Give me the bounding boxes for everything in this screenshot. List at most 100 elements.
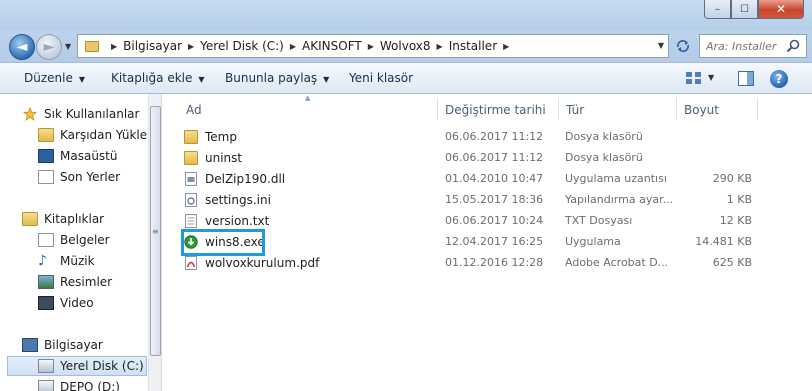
sidebar-item-label: Karşıdan Yükleme	[60, 128, 162, 142]
file-date: 01.12.2016 12:28	[445, 256, 544, 269]
file-row[interactable]: version.txt 06.06.2017 10:24 TXT Dosyası…	[162, 210, 812, 231]
refresh-icon[interactable]	[670, 34, 696, 58]
column-divider[interactable]	[676, 98, 677, 120]
sidebar-item-documents[interactable]: Belgeler	[38, 230, 110, 250]
back-button[interactable]: ◄	[9, 34, 35, 60]
add-to-library-label: Kitaplığa ekle	[111, 71, 193, 85]
file-row[interactable]: uninst 06.06.2017 11:12 Dosya klasörü	[162, 147, 812, 168]
video-icon	[38, 296, 54, 310]
sidebar-libraries-label: Kitaplıklar	[44, 212, 105, 226]
column-divider[interactable]	[558, 98, 559, 120]
file-row[interactable]: settings.ini 15.05.2017 18:36 Yapılandır…	[162, 189, 812, 210]
forward-button[interactable]: ►	[36, 34, 62, 60]
breadcrumb-item[interactable]: Installer	[449, 39, 497, 53]
ini-file-icon	[185, 192, 197, 207]
sidebar-item-label: Resimler	[60, 275, 113, 289]
sidebar-item-depo-d[interactable]: DEPO (D:)	[38, 377, 120, 391]
sidebar-item-pictures[interactable]: Resimler	[38, 272, 112, 292]
folder-icon	[85, 40, 99, 52]
command-bar: Düzenle ▼ Kitaplığa ekle ▼ Bununla paylaş ▼…	[0, 62, 812, 94]
sidebar-libraries-header[interactable]: Kitaplıklar	[22, 209, 104, 229]
view-options-dropdown-icon[interactable]: ▼	[708, 73, 714, 82]
search-box[interactable]	[699, 34, 807, 58]
sidebar-item-videos[interactable]: Video	[38, 293, 94, 313]
column-header-type[interactable]: Tür	[566, 98, 584, 122]
file-type: Adobe Acrobat D...	[565, 256, 669, 269]
address-bar[interactable]: ▶ Bilgisayar ▶ Yerel Disk (C:) ▶ AKINSOF…	[77, 34, 669, 58]
column-divider[interactable]	[437, 98, 438, 120]
file-type: Uygulama	[565, 235, 621, 248]
organize-button[interactable]: Düzenle ▼	[24, 71, 85, 85]
preview-pane-icon[interactable]	[738, 71, 754, 86]
help-icon[interactable]: ?	[770, 70, 788, 88]
drive-icon	[38, 359, 54, 373]
navigation-bar: ◄ ► ▼ ▶ Bilgisayar ▶ Yerel Disk (C:) ▶ A…	[0, 30, 812, 62]
breadcrumb-item[interactable]: Wolvox8	[380, 39, 431, 53]
sidebar-item-local-disk-c[interactable]: Yerel Disk (C:)	[7, 356, 147, 376]
music-icon: ♪	[38, 253, 47, 269]
sidebar-item-label: Yerel Disk (C:)	[60, 359, 144, 373]
sidebar-favorites-label: Sık Kullanılanlar	[44, 107, 140, 121]
column-header-name[interactable]: Ad	[186, 98, 202, 122]
new-folder-button[interactable]: Yeni klasör	[349, 71, 413, 85]
breadcrumb: ▶ Bilgisayar ▶ Yerel Disk (C:) ▶ AKINSOF…	[105, 39, 515, 53]
navigation-scrollbar[interactable]: ≡	[148, 94, 161, 391]
desktop-icon	[38, 149, 54, 163]
breadcrumb-item[interactable]: Yerel Disk (C:)	[200, 39, 284, 53]
sidebar-item-desktop[interactable]: Masaüstü	[38, 146, 117, 166]
file-type: Dosya klasörü	[565, 130, 643, 143]
change-view-icon[interactable]	[686, 72, 702, 85]
recent-pages-dropdown-icon[interactable]: ▼	[65, 42, 71, 51]
add-to-library-button[interactable]: Kitaplığa ekle ▼	[111, 71, 205, 85]
breadcrumb-item[interactable]: AKINSOFT	[302, 39, 362, 53]
sidebar-item-downloads[interactable]: Karşıdan Yükleme	[38, 125, 162, 145]
close-button[interactable]: ✕	[758, 0, 804, 19]
file-row[interactable]: Temp 06.06.2017 11:12 Dosya klasörü	[162, 126, 812, 147]
sidebar-item-recent-places[interactable]: Son Yerler	[38, 167, 120, 187]
sort-ascending-icon: ▲	[305, 94, 311, 102]
file-size	[676, 126, 752, 147]
file-date: 15.05.2017 18:36	[445, 193, 544, 206]
navigation-pane: Sık Kullanılanlar Karşıdan Yükleme Masaü…	[0, 94, 162, 391]
column-header-date[interactable]: Değiştirme tarihi	[445, 98, 546, 122]
file-row[interactable]: DelZip190.dll 01.04.2010 10:47 Uygulama …	[162, 168, 812, 189]
chevron-down-icon: ▼	[78, 75, 86, 84]
computer-icon	[22, 338, 38, 352]
column-header-size[interactable]: Boyut	[684, 98, 719, 122]
search-input[interactable]	[706, 39, 786, 53]
address-history-dropdown-icon[interactable]: ▼	[658, 41, 664, 50]
file-date: 06.06.2017 11:12	[445, 130, 544, 143]
sidebar-computer-label: Bilgisayar	[44, 338, 103, 352]
sidebar-item-music[interactable]: ♪ Müzik	[38, 251, 95, 271]
chevron-right-icon[interactable]: ▶	[503, 42, 509, 51]
file-name: version.txt	[205, 213, 270, 228]
breadcrumb-item[interactable]: Bilgisayar	[123, 39, 182, 53]
file-name: wolvoxkurulum.pdf	[205, 255, 320, 270]
file-size: 625 KB	[712, 256, 752, 269]
dll-file-icon	[185, 171, 197, 186]
chevron-right-icon[interactable]: ▶	[290, 42, 296, 51]
sidebar-favorites-header[interactable]: Sık Kullanılanlar	[22, 104, 139, 124]
share-with-button[interactable]: Bununla paylaş ▼	[225, 71, 329, 85]
text-file-icon	[185, 213, 197, 228]
file-size: 290 KB	[712, 172, 752, 185]
search-icon[interactable]	[786, 39, 800, 53]
chevron-right-icon[interactable]: ▶	[437, 42, 443, 51]
minimize-button[interactable]: –	[704, 0, 731, 19]
sidebar-item-label: Video	[60, 296, 94, 310]
maximize-button[interactable]: ☐	[731, 0, 758, 19]
chevron-right-icon[interactable]: ▶	[188, 42, 194, 51]
sidebar-item-label: Belgeler	[60, 233, 110, 247]
window-controls: – ☐ ✕	[704, 0, 804, 19]
sidebar-item-label: Masaüstü	[60, 149, 118, 163]
chevron-right-icon[interactable]: ▶	[368, 42, 374, 51]
file-name: uninst	[205, 150, 243, 165]
file-size	[676, 147, 752, 168]
file-date: 06.06.2017 11:12	[445, 151, 544, 164]
sidebar-item-label: Müzik	[60, 254, 95, 268]
share-with-label: Bununla paylaş	[225, 71, 318, 85]
column-divider[interactable]	[757, 98, 758, 120]
chevron-right-icon[interactable]: ▶	[111, 42, 117, 51]
sidebar-computer-header[interactable]: Bilgisayar	[22, 335, 103, 355]
highlight-box	[181, 229, 265, 256]
